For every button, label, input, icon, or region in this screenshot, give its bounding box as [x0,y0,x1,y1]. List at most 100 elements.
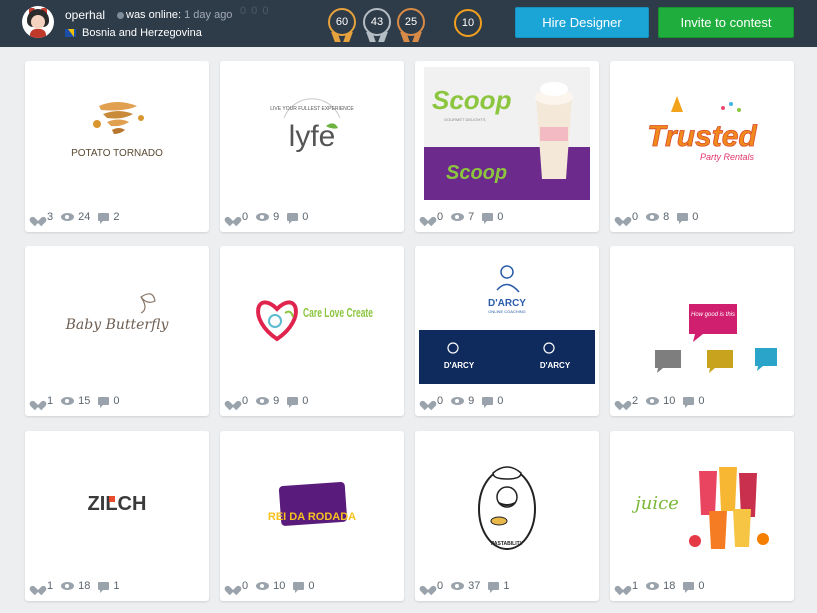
likes-count: 0 [242,211,249,223]
comment-icon[interactable] [287,213,299,224]
comment-icon[interactable] [293,582,305,593]
design-thumbnail[interactable]: LIVE YOUR FULLEST EXPERIENCE lyfe [220,61,404,206]
speech-bubble-icon [689,303,737,342]
smoothie-cups-icon [689,466,769,549]
username[interactable]: operhal [65,8,105,22]
design-card[interactable]: Scoop GOURMET DELIGHTS Scoop 0 7 0 [415,61,599,232]
heart-icon[interactable] [618,213,628,222]
eye-icon [61,213,75,221]
logo-text: POTATO TORNADO [71,148,163,159]
design-card[interactable]: POTATO TORNADO 3 24 2 [25,61,209,232]
logo-text: Scoop [432,85,512,115]
design-card[interactable]: LIVE YOUR FULLEST EXPERIENCE lyfe 0 9 0 [220,61,404,232]
comments-count: 0 [302,211,309,223]
design-stats: 1 18 1 [33,579,128,593]
eye-icon [256,582,270,590]
likes-count: 0 [242,395,249,407]
comments-count: 1 [503,580,510,592]
logo-text: D'ARCY [488,298,526,309]
eye-icon [646,582,660,590]
heart-icon[interactable] [228,213,238,222]
eye-icon [61,582,75,590]
design-thumbnail[interactable]: Scoop GOURMET DELIGHTS Scoop [415,61,599,206]
design-card[interactable]: REI DA RODADA 0 10 0 [220,431,404,601]
eye-icon [451,582,465,590]
invite-to-contest-button[interactable]: Invite to contest [658,7,794,38]
likes-count: 0 [632,211,639,223]
level-badge[interactable]: 10 [454,9,482,37]
comment-icon[interactable] [683,582,695,593]
eye-icon [451,397,465,405]
design-thumbnail[interactable]: Baby Butterfly [25,246,209,391]
heart-icon[interactable] [423,213,433,222]
eye-icon [61,397,75,405]
design-thumbnail[interactable]: POTATO TORNADO [25,61,209,206]
logo-text: Scoop [446,162,507,184]
likes-count: 0 [242,580,249,592]
eye-icon [451,213,465,221]
bronze-medal-badge[interactable]: 25 [397,8,427,42]
likes-count: 1 [47,580,54,592]
comment-icon[interactable] [683,397,695,408]
design-thumbnail[interactable]: ZILCH [25,431,209,576]
design-stats: 0 9 0 [228,394,316,408]
heart-icon[interactable] [423,397,433,406]
eye-icon [256,397,270,405]
design-card[interactable]: ZILCH 1 18 1 [25,431,209,601]
logo-text: Baby Butterfly [65,317,170,333]
views-count: 9 [468,395,475,407]
views-count: 10 [663,395,676,407]
comment-icon[interactable] [98,397,110,408]
silver-medal-badge[interactable]: 43 [363,8,393,42]
status-dot-icon [117,11,124,19]
design-card[interactable]: Baby Butterfly 1 15 0 [25,246,209,416]
design-thumbnail[interactable]: Care Love Create [220,246,404,391]
bosnia-flag-icon [65,29,76,38]
heart-icon[interactable] [423,582,433,591]
logo-text: Trusted [647,120,757,153]
comment-icon[interactable] [98,582,110,593]
design-stats: 1 18 0 [618,579,713,593]
heart-icon[interactable] [618,582,628,591]
logo-text: How good is this [691,312,735,318]
design-card[interactable]: Care Love Create 0 9 0 [220,246,404,416]
comment-icon[interactable] [488,582,500,593]
avatar[interactable] [22,6,54,38]
design-stats: 0 9 0 [423,394,511,408]
design-thumbnail[interactable]: REI DA RODADA [220,431,404,576]
comments-count: 0 [113,395,120,407]
comment-icon[interactable] [677,213,689,224]
heart-icon[interactable] [33,213,43,222]
heart-icon[interactable] [228,582,238,591]
design-thumbnail[interactable]: juice [610,431,794,576]
design-card[interactable]: Trusted Party Rentals 0 8 0 [610,61,794,232]
design-stats: 2 10 0 [618,394,713,408]
heart-icon[interactable] [618,397,628,406]
comments-count: 0 [497,395,504,407]
design-card[interactable]: juice 1 18 0 [610,431,794,601]
design-card[interactable]: PASTABILITY 0 37 1 [415,431,599,601]
comments-count: 0 [302,395,309,407]
views-count: 15 [78,395,91,407]
comment-icon[interactable] [98,213,110,224]
comment-icon[interactable] [482,397,494,408]
design-thumbnail[interactable]: Trusted Party Rentals [610,61,794,206]
heart-icon[interactable] [33,582,43,591]
darcy-athlete-icon [496,265,520,293]
design-card[interactable]: How good is this 2 10 0 [610,246,794,416]
heart-icon[interactable] [33,397,43,406]
comment-icon[interactable] [482,213,494,224]
gold-medal-badge[interactable]: 60 [328,8,358,42]
potato-tornado-logo-icon [93,101,144,134]
design-card[interactable]: D'ARCY ONLINE COACHING D'ARCY D'ARCY 0 9… [415,246,599,416]
design-stats: 1 15 0 [33,394,128,408]
design-thumbnail[interactable]: D'ARCY ONLINE COACHING D'ARCY D'ARCY [415,246,599,391]
online-status: was online: 1 day ago [117,9,232,21]
design-thumbnail[interactable]: How good is this [610,246,794,391]
views-count: 24 [78,211,91,223]
hire-designer-button[interactable]: Hire Designer [515,7,649,38]
likes-count: 0 [437,580,444,592]
design-thumbnail[interactable]: PASTABILITY [415,431,599,576]
heart-icon[interactable] [228,397,238,406]
comment-icon[interactable] [287,397,299,408]
